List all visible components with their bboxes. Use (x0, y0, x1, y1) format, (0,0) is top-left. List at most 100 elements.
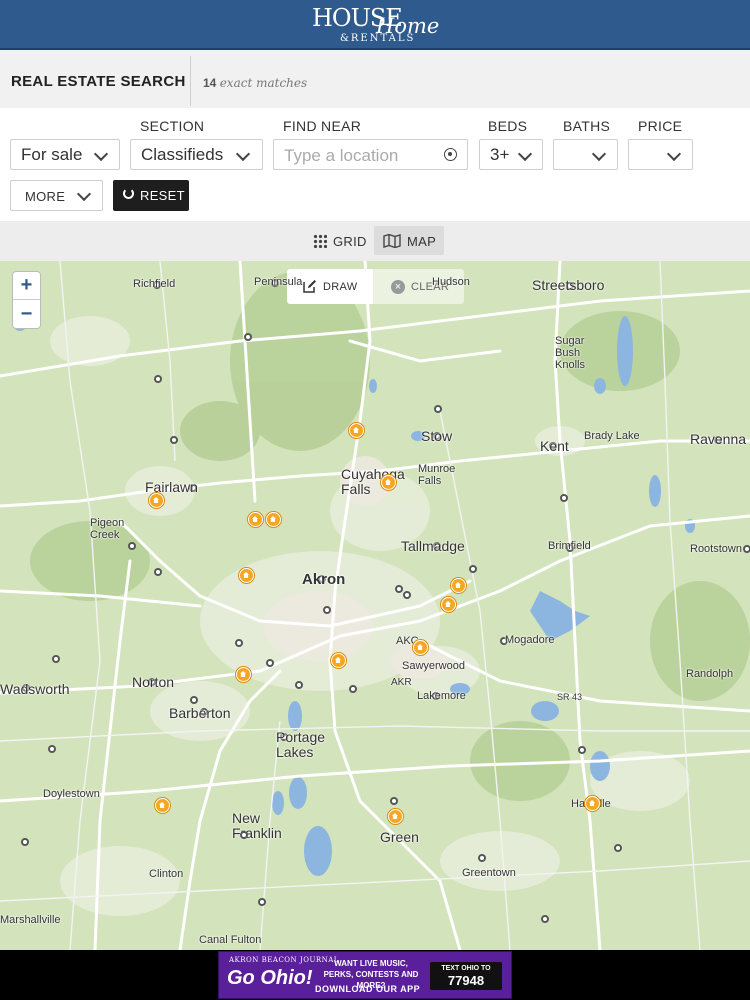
more-filters-button[interactable]: MORE (10, 180, 103, 211)
place-label: Clinton (149, 868, 184, 880)
more-label: MORE (25, 189, 66, 204)
tab-grid[interactable]: GRID (313, 226, 368, 255)
city-dot (128, 542, 136, 550)
chevron-down-icon (235, 146, 251, 162)
place-label: Greentown (462, 867, 516, 879)
listing-pin[interactable] (266, 512, 281, 527)
city-dot (743, 545, 750, 553)
place-label: Akron (302, 571, 346, 588)
city-dot (235, 639, 243, 647)
chevron-down-icon (517, 146, 533, 162)
match-count-number: 14 (203, 76, 217, 90)
listing-pin[interactable] (441, 597, 456, 612)
baths-select[interactable] (553, 139, 618, 170)
listing-pin[interactable] (248, 512, 263, 527)
reset-label: RESET (140, 188, 185, 203)
chevron-down-icon (666, 146, 682, 162)
zoom-out-button[interactable]: − (13, 301, 40, 329)
title-divider (190, 56, 191, 106)
zoom-controls: + − (12, 271, 41, 329)
ad-text-number: 77948 (447, 973, 485, 988)
city-dot (154, 568, 162, 576)
listing-pin[interactable] (585, 796, 600, 811)
beds-label: BEDS (488, 118, 528, 134)
listing-pin[interactable] (331, 653, 346, 668)
city-dot (170, 436, 178, 444)
listing-pin[interactable] (413, 640, 428, 655)
listing-pin[interactable] (388, 809, 403, 824)
place-label: Peninsula (254, 276, 303, 288)
city-dot (190, 696, 198, 704)
beds-select[interactable]: 3+ (479, 139, 543, 170)
match-count-suffix: exact matches (219, 76, 308, 90)
place-label: Stow (421, 428, 453, 444)
chevron-down-icon (76, 186, 92, 202)
section-select[interactable]: Classifieds (130, 139, 263, 170)
place-label: Wadsworth (0, 681, 70, 697)
listing-pin[interactable] (155, 798, 170, 813)
city-dot (52, 655, 60, 663)
site-header: HOUSE Home &RENTALS (0, 0, 750, 50)
locate-me-icon[interactable] (444, 148, 457, 161)
place-label: Canal Fulton (199, 934, 262, 946)
city-dot (541, 915, 549, 923)
match-count: 14 exact matches (203, 76, 307, 90)
city-dot (469, 565, 477, 573)
chevron-down-icon (591, 146, 607, 162)
place-label: Sawyerwood (402, 660, 465, 672)
city-dot (478, 854, 486, 862)
city-dot (240, 831, 248, 839)
place-label: Munroe Falls (418, 463, 456, 487)
search-filters: For sale SECTION Classifieds FIND NEAR T… (0, 108, 750, 221)
view-toggle-bar: GRID MAP (0, 221, 750, 261)
price-label: PRICE (638, 118, 683, 134)
listing-type-select[interactable]: For sale (10, 139, 120, 170)
ad-banner[interactable]: AKRON BEACON JOURNAL Go Ohio! WANT LIVE … (218, 951, 512, 999)
place-label: AKR (391, 677, 412, 688)
pencil-icon (303, 280, 316, 293)
place-label: Green (380, 829, 419, 845)
ad-bar: AKRON BEACON JOURNAL Go Ohio! WANT LIVE … (0, 950, 750, 1000)
price-select[interactable] (628, 139, 693, 170)
site-logo[interactable]: HOUSE Home &RENTALS (300, 2, 450, 48)
place-label: Sugar Bush Knolls (555, 335, 585, 371)
reset-button[interactable]: RESET (113, 180, 189, 211)
place-label: Hudson (432, 276, 470, 288)
close-icon: × (391, 280, 405, 294)
draw-label: DRAW (323, 281, 358, 293)
grid-icon (313, 234, 327, 248)
city-dot (266, 659, 274, 667)
city-dot (614, 844, 622, 852)
find-near-label: FIND NEAR (283, 118, 362, 134)
refresh-icon (123, 188, 134, 199)
map-canvas[interactable]: + − DRAW × CLEAR Richfield Peninsula Hud… (0, 261, 750, 950)
city-dot (21, 838, 29, 846)
city-dot (244, 333, 252, 341)
chevron-down-icon (93, 146, 109, 162)
ad-brand: Go Ohio! (227, 967, 313, 989)
listing-type-value: For sale (21, 145, 83, 164)
place-label: Rootstown (690, 543, 742, 555)
section-label: SECTION (140, 118, 205, 134)
logo-text-rentals: &RENTALS (340, 33, 416, 44)
listing-pin[interactable] (149, 493, 164, 508)
place-label: Portage Lakes (276, 729, 326, 760)
ad-text-box: TEXT OHIO TO 77948 (430, 962, 502, 990)
map-icon (383, 234, 401, 248)
place-label: Randolph (686, 668, 734, 680)
tab-map[interactable]: MAP (374, 226, 444, 255)
city-dot (48, 745, 56, 753)
listing-pin[interactable] (349, 423, 364, 438)
city-dot (560, 494, 568, 502)
listing-pin[interactable] (239, 568, 254, 583)
section-value: Classifieds (141, 145, 224, 164)
listing-pin[interactable] (236, 667, 251, 682)
listing-pin[interactable] (451, 578, 466, 593)
place-label: Ravenna (690, 431, 747, 447)
place-label: Norton (132, 674, 175, 690)
place-label: Marshallville (0, 914, 61, 926)
place-label: Barberton (169, 705, 231, 721)
listing-pin[interactable] (381, 475, 396, 490)
location-input[interactable]: Type a location (273, 139, 468, 170)
zoom-in-button[interactable]: + (13, 272, 40, 300)
